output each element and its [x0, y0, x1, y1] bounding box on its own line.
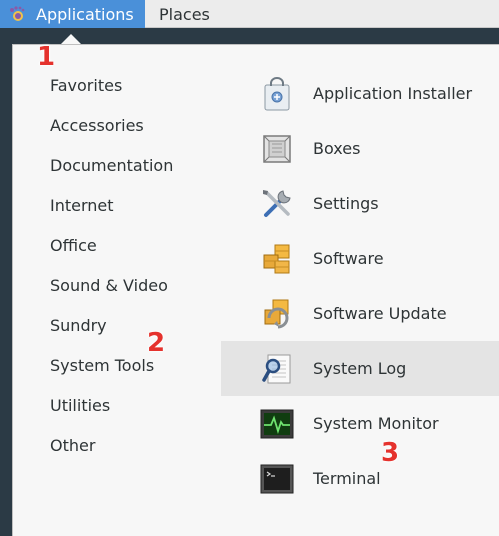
app-system-log[interactable]: System Log	[221, 341, 499, 396]
applications-menu-label: Applications	[36, 4, 134, 24]
category-office[interactable]: Office	[50, 235, 97, 257]
category-accessories[interactable]: Accessories	[50, 115, 144, 137]
app-label: System Monitor	[313, 414, 439, 433]
category-favorites[interactable]: Favorites	[50, 75, 122, 97]
top-panel: Applications Places	[0, 0, 499, 28]
app-system-monitor[interactable]: System Monitor	[221, 396, 499, 451]
category-utilities[interactable]: Utilities	[50, 395, 110, 417]
app-application-installer[interactable]: Application Installer	[221, 66, 499, 121]
annotation-marker-2: 2	[147, 328, 166, 358]
category-sound-video[interactable]: Sound & Video	[50, 275, 168, 297]
app-label: Software Update	[313, 304, 447, 323]
app-settings[interactable]: Settings	[221, 176, 499, 231]
category-documentation[interactable]: Documentation	[50, 155, 173, 177]
category-other[interactable]: Other	[50, 435, 95, 457]
category-internet[interactable]: Internet	[50, 195, 114, 217]
app-label: Terminal	[313, 469, 381, 488]
settings-tools-icon	[263, 190, 291, 217]
popup-arrow	[61, 34, 81, 44]
category-system-tools[interactable]: System Tools	[50, 355, 154, 377]
installer-bag-icon	[264, 77, 290, 111]
app-label: Application Installer	[313, 84, 473, 103]
gnome-foot-icon	[10, 6, 25, 21]
app-software[interactable]: Software	[221, 231, 499, 286]
annotation-marker-1: 1	[37, 42, 56, 72]
system-monitor-icon	[260, 409, 294, 439]
places-menu-label: Places	[159, 4, 210, 24]
system-log-icon	[262, 354, 291, 384]
app-label: Settings	[313, 194, 379, 213]
app-terminal[interactable]: Terminal	[221, 451, 499, 506]
applications-menu-button[interactable]: Applications	[0, 0, 145, 28]
app-label: Software	[313, 249, 384, 268]
software-update-icon	[264, 299, 289, 329]
places-menu-button[interactable]: Places	[159, 0, 210, 28]
terminal-icon	[260, 464, 294, 494]
category-sundry[interactable]: Sundry	[50, 315, 107, 337]
app-label: System Log	[313, 359, 407, 378]
software-packages-icon	[263, 244, 290, 274]
app-software-update[interactable]: Software Update	[221, 286, 499, 341]
app-boxes[interactable]: Boxes	[221, 121, 499, 176]
boxes-icon	[263, 135, 291, 163]
app-label: Boxes	[313, 139, 361, 158]
annotation-marker-3: 3	[381, 438, 400, 468]
